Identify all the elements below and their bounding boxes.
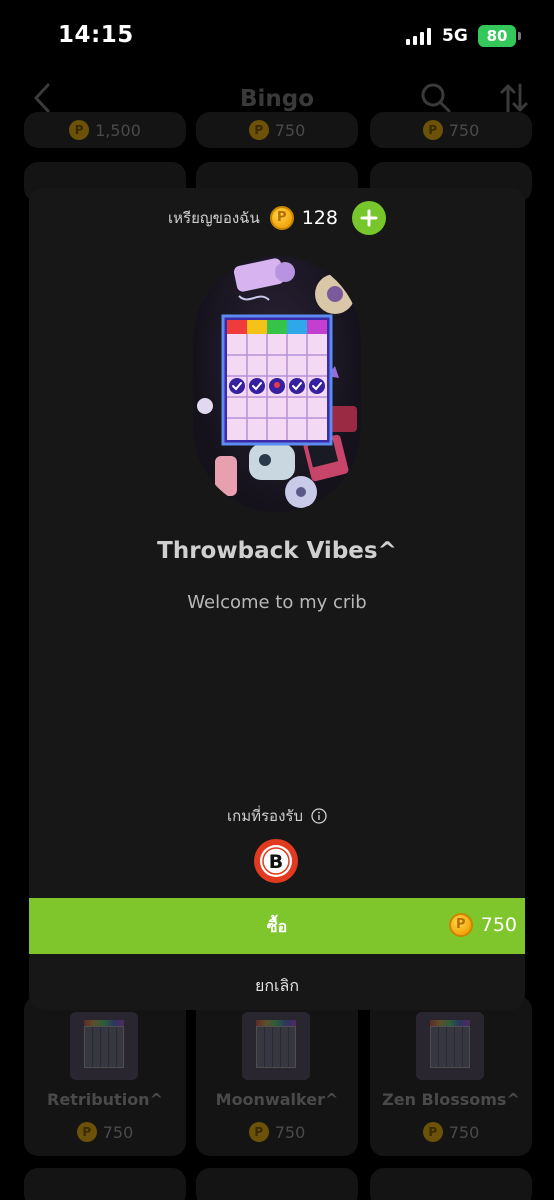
- card-title: Throwback Vibes^: [157, 538, 397, 564]
- bg-card[interactable]: [24, 1168, 186, 1200]
- page-title: Bingo: [239, 86, 315, 112]
- bg-price: P 1,500: [24, 120, 186, 140]
- bg-card[interactable]: [196, 1168, 358, 1200]
- bingo-card-illustration: [197, 258, 357, 508]
- cellular-signal-icon: [406, 28, 431, 45]
- sort-icon[interactable]: [498, 82, 530, 114]
- add-coins-button[interactable]: [351, 201, 386, 235]
- plus-icon: [360, 209, 378, 227]
- search-icon[interactable]: [420, 82, 452, 114]
- coin-icon: P: [248, 1122, 269, 1142]
- bg-price: P 750: [196, 120, 358, 140]
- network-type: 5G: [442, 26, 468, 46]
- card-thumbnail: [242, 1012, 310, 1080]
- price-amount: 750: [480, 914, 517, 936]
- card-thumbnail: [416, 1012, 484, 1080]
- bg-price: P 750: [370, 120, 532, 140]
- supported-games: เกมที่รองรับ: [29, 804, 525, 828]
- battery-level: 80: [486, 27, 508, 45]
- coin-icon: P: [69, 120, 90, 140]
- coin-icon: P: [422, 120, 443, 140]
- coin-icon: P: [248, 120, 269, 140]
- card-price: P 750: [196, 1122, 358, 1142]
- buy-button[interactable]: ซื้อ P 750: [29, 898, 525, 954]
- purchase-modal: เหรียญของฉัน P 128 Throwback Vibes^ Welc…: [29, 188, 525, 1010]
- status-bar: 14:15 5G 80: [0, 0, 554, 70]
- buy-price: P 750: [448, 913, 517, 937]
- coin-balance: เหรียญของฉัน P 128: [29, 201, 525, 235]
- game-badge-letter: B: [269, 851, 283, 873]
- card-thumbnail: [70, 1012, 138, 1080]
- card-subtitle: Welcome to my crib: [187, 592, 367, 613]
- card-title: Zen Blossoms^: [382, 1090, 520, 1109]
- card-title: Retribution^: [47, 1090, 163, 1109]
- status-time: 14:15: [58, 22, 134, 48]
- coin-icon: P: [76, 1122, 97, 1142]
- cancel-button[interactable]: ยกเลิก: [29, 974, 525, 999]
- info-icon[interactable]: [311, 808, 327, 824]
- battery-icon: 80: [478, 25, 521, 47]
- coin-icon: P: [269, 206, 294, 230]
- bingo-game-icon: B: [254, 839, 298, 883]
- card-artwork: [193, 256, 361, 512]
- card-price: P 750: [24, 1122, 186, 1142]
- coin-icon: P: [448, 913, 473, 937]
- card-title: Moonwalker^: [215, 1090, 339, 1109]
- balance-label: เหรียญของฉัน: [168, 209, 260, 227]
- bg-card[interactable]: [370, 1168, 532, 1200]
- card-price: P 750: [370, 1122, 532, 1142]
- coin-icon: P: [422, 1122, 443, 1142]
- supported-games-label: เกมที่รองรับ: [227, 807, 303, 825]
- balance-amount: 128: [301, 207, 338, 229]
